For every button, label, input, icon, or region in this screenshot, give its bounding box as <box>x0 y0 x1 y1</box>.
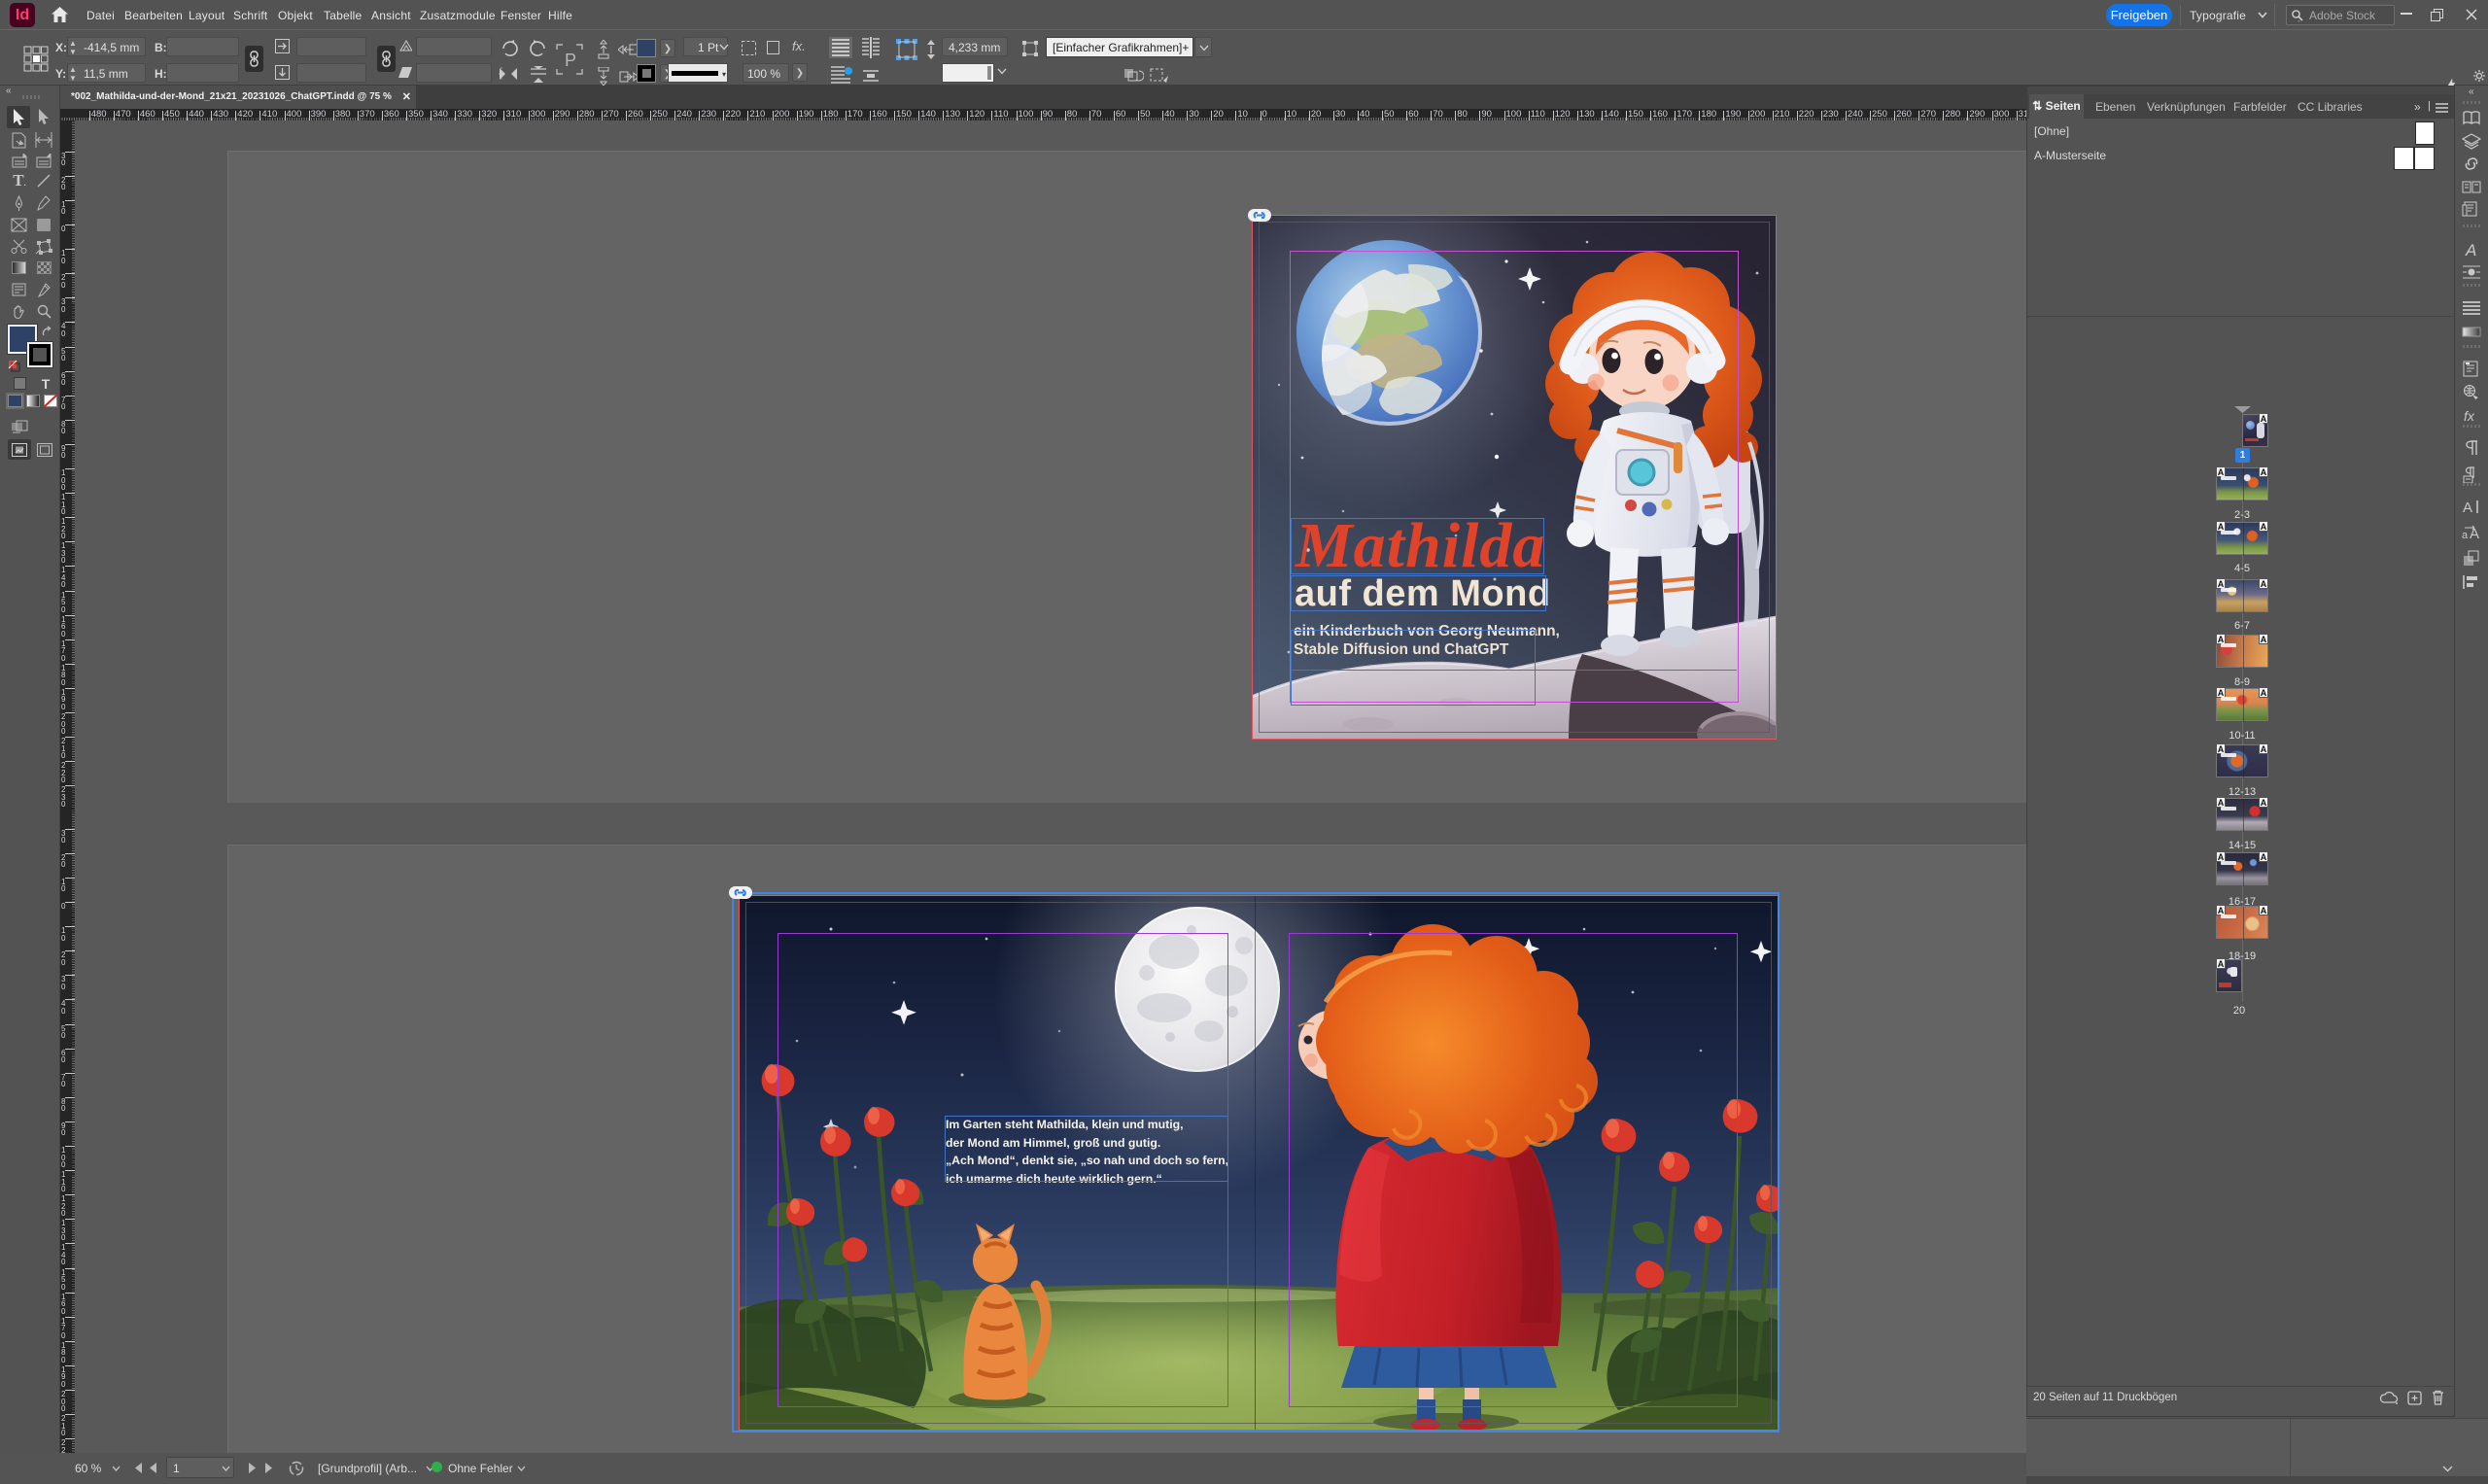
svg-text:a: a <box>2462 530 2469 541</box>
svg-text:P: P <box>565 51 576 70</box>
svg-text:A: A <box>2463 500 2472 516</box>
svg-text:fx: fx <box>2464 408 2475 424</box>
svg-text:A: A <box>2465 241 2476 259</box>
